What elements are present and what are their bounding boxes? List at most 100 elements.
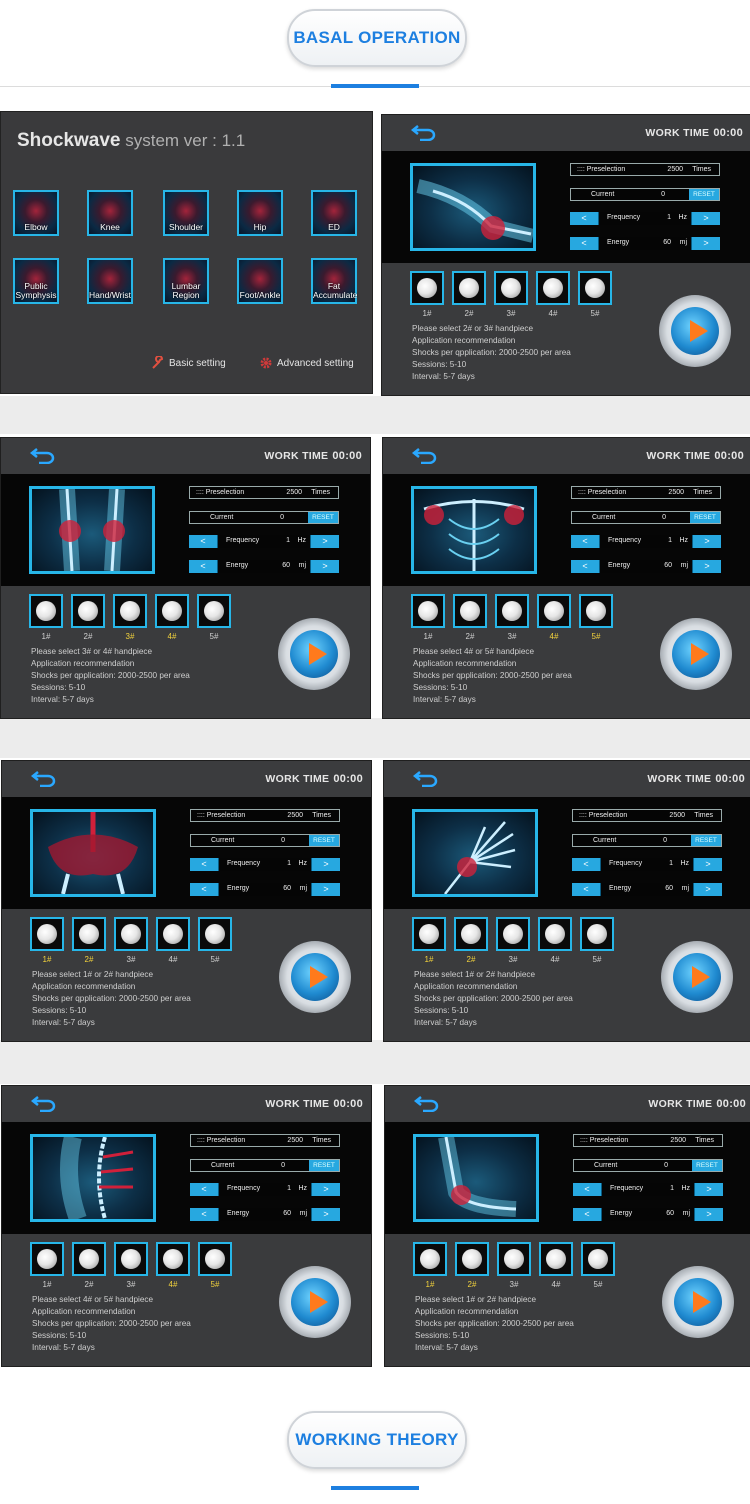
body-part-button[interactable]: ED — [311, 190, 357, 236]
back-arrow-icon[interactable] — [410, 123, 438, 141]
frequency-decrease-button[interactable]: < — [573, 1183, 602, 1196]
body-part-button[interactable]: Hip — [237, 190, 283, 236]
reset-button[interactable]: RESET — [309, 1160, 339, 1171]
frequency-increase-button[interactable]: > — [311, 858, 340, 871]
start-button[interactable] — [661, 941, 733, 1013]
reset-button[interactable]: RESET — [692, 1160, 722, 1171]
current-label: Current — [592, 514, 616, 521]
start-button[interactable] — [660, 618, 732, 690]
energy-increase-button[interactable]: > — [310, 560, 339, 573]
frequency-decrease-button[interactable]: < — [189, 535, 218, 548]
handpiece-button[interactable] — [539, 1242, 573, 1276]
frequency-increase-button[interactable]: > — [311, 1183, 340, 1196]
handpiece-button[interactable] — [413, 1242, 447, 1276]
frequency-decrease-button[interactable]: < — [571, 535, 600, 548]
body-part-button[interactable]: Public Symphysis — [13, 258, 59, 304]
handpiece-button[interactable] — [497, 1242, 531, 1276]
energy-decrease-button[interactable]: < — [570, 237, 599, 250]
frequency-increase-button[interactable]: > — [310, 535, 339, 548]
energy-decrease-button[interactable]: < — [572, 883, 601, 896]
back-arrow-icon[interactable] — [411, 446, 439, 464]
energy-decrease-button[interactable]: < — [190, 1208, 219, 1221]
reset-button[interactable]: RESET — [689, 189, 719, 200]
body-part-button[interactable]: Shoulder — [163, 190, 209, 236]
start-button[interactable] — [279, 1266, 351, 1338]
handpiece-button[interactable] — [156, 917, 190, 951]
handpiece-button[interactable] — [537, 594, 571, 628]
energy-increase-button[interactable]: > — [693, 883, 722, 896]
handpiece-button[interactable] — [30, 1242, 64, 1276]
handpiece-button[interactable] — [581, 1242, 615, 1276]
back-arrow-icon[interactable] — [413, 1094, 441, 1112]
basic-setting-button[interactable]: Basic setting — [151, 356, 226, 370]
frequency-decrease-button[interactable]: < — [572, 858, 601, 871]
handpiece-button[interactable] — [410, 271, 444, 305]
back-arrow-icon[interactable] — [30, 769, 58, 787]
energy-decrease-button[interactable]: < — [573, 1208, 602, 1221]
energy-increase-button[interactable]: > — [311, 883, 340, 896]
energy-decrease-button[interactable]: < — [190, 883, 219, 896]
handpiece-button[interactable] — [198, 1242, 232, 1276]
start-button[interactable] — [662, 1266, 734, 1338]
handpiece-button[interactable] — [412, 917, 446, 951]
handpiece-button[interactable] — [495, 594, 529, 628]
handpiece-button[interactable] — [536, 271, 570, 305]
handpiece-button[interactable] — [29, 594, 63, 628]
back-arrow-icon[interactable] — [29, 446, 57, 464]
handpiece-button[interactable] — [198, 917, 232, 951]
handpiece-button[interactable] — [578, 271, 612, 305]
start-button[interactable] — [279, 941, 351, 1013]
reset-button[interactable]: RESET — [690, 512, 720, 523]
handpiece-button[interactable] — [156, 1242, 190, 1276]
frequency-decrease-button[interactable]: < — [570, 212, 599, 225]
handpiece-button[interactable] — [453, 594, 487, 628]
reset-button[interactable]: RESET — [691, 835, 721, 846]
body-part-button[interactable]: Elbow — [13, 190, 59, 236]
handpiece-button[interactable] — [538, 917, 572, 951]
handpiece-button[interactable] — [494, 271, 528, 305]
reset-button[interactable]: RESET — [308, 512, 338, 523]
handpiece-button[interactable] — [579, 594, 613, 628]
energy-increase-button[interactable]: > — [311, 1208, 340, 1221]
frequency-increase-button[interactable]: > — [694, 1183, 723, 1196]
preselection-label: :::: Preselection — [197, 812, 246, 819]
handpiece-button[interactable] — [452, 271, 486, 305]
handpiece-button[interactable] — [113, 594, 147, 628]
frequency-increase-button[interactable]: > — [693, 858, 722, 871]
handpiece-button[interactable] — [455, 1242, 489, 1276]
handpiece-button[interactable] — [496, 917, 530, 951]
frequency-increase-button[interactable]: > — [692, 535, 721, 548]
interval-text: Interval: 5-7 days — [412, 372, 475, 381]
body-part-button[interactable]: Hand/Wrist — [87, 258, 133, 304]
energy-increase-button[interactable]: > — [692, 560, 721, 573]
handpiece-button[interactable] — [72, 1242, 106, 1276]
frequency-decrease-button[interactable]: < — [190, 858, 219, 871]
handpiece-button[interactable] — [197, 594, 231, 628]
energy-increase-button[interactable]: > — [691, 237, 720, 250]
energy-decrease-button[interactable]: < — [189, 560, 218, 573]
start-button[interactable] — [659, 295, 731, 367]
handpiece-button[interactable] — [155, 594, 189, 628]
handpiece-button[interactable] — [72, 917, 106, 951]
frequency-increase-button[interactable]: > — [691, 212, 720, 225]
reset-button[interactable]: RESET — [309, 835, 339, 846]
handpiece-button[interactable] — [114, 1242, 148, 1276]
body-part-button[interactable]: Fat Accumulate — [311, 258, 357, 304]
frequency-decrease-button[interactable]: < — [190, 1183, 219, 1196]
handpiece-button[interactable] — [71, 594, 105, 628]
handpiece-button[interactable] — [411, 594, 445, 628]
handpiece-button[interactable] — [114, 917, 148, 951]
body-part-button[interactable]: Lumbar Region — [163, 258, 209, 304]
handpiece-button[interactable] — [30, 917, 64, 951]
body-part-button[interactable]: Foot/Ankle — [237, 258, 283, 304]
energy-increase-button[interactable]: > — [694, 1208, 723, 1221]
handpiece-button[interactable] — [580, 917, 614, 951]
back-arrow-icon[interactable] — [412, 769, 440, 787]
body-part-button[interactable]: Knee — [87, 190, 133, 236]
handpiece-button[interactable] — [454, 917, 488, 951]
start-button[interactable] — [278, 618, 350, 690]
energy-decrease-button[interactable]: < — [571, 560, 600, 573]
advanced-setting-button[interactable]: Advanced setting — [259, 356, 354, 370]
energy-display: Energy 60 mj — [218, 560, 310, 573]
back-arrow-icon[interactable] — [30, 1094, 58, 1112]
